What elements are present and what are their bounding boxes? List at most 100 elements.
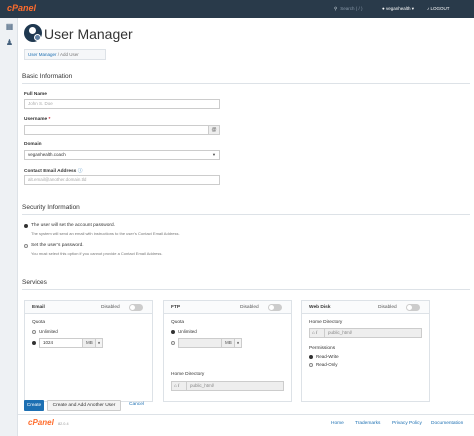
ftp-quota-unlimited-radio[interactable]: [171, 330, 175, 334]
full-name-label: Full Name: [24, 92, 47, 97]
webdisk-service-panel: Web Disk Disabled Home Directory ⌂ / pub…: [301, 300, 430, 402]
services-heading: Services: [22, 279, 47, 286]
ftp-quota-label: Quota: [171, 320, 185, 325]
webdisk-home-label: Home Directory: [309, 320, 343, 325]
username-label-text: Username: [24, 117, 48, 122]
webdisk-title: Web Disk: [309, 305, 331, 310]
webdisk-home-prefix: ⌂ /: [309, 328, 325, 338]
help-icon[interactable]: ⓘ: [78, 169, 83, 174]
webdisk-toggle[interactable]: [406, 304, 420, 311]
search-placeholder: Search ( / ): [340, 6, 363, 11]
email-label-text: Contact Email Address: [24, 169, 77, 174]
breadcrumb: User Manager / Add User: [24, 49, 106, 60]
left-rail: ▦ ♟: [0, 18, 18, 436]
user-menu[interactable]: ● veganhealth ▾: [382, 5, 414, 13]
cpanel-logo[interactable]: cPanel: [7, 3, 36, 13]
panel-header: Web Disk Disabled: [302, 301, 429, 314]
divider: [22, 214, 470, 215]
ftp-toggle[interactable]: [268, 304, 282, 311]
create-button[interactable]: Create: [24, 400, 44, 411]
username-label: Username *: [24, 117, 50, 122]
chevron-down-icon: ▼: [212, 152, 216, 157]
ftp-home-input[interactable]: public_html/: [186, 381, 284, 391]
breadcrumb-current: Add User: [60, 52, 79, 57]
email-service-panel: Email Disabled Quota Unlimited 1024 MB ♦: [24, 300, 153, 402]
ftp-state: Disabled: [240, 305, 259, 310]
full-name-input[interactable]: John S. Doe: [24, 99, 220, 109]
email-quota-limited-radio[interactable]: [32, 341, 36, 345]
email-state: Disabled: [101, 305, 120, 310]
email-title: Email: [32, 305, 45, 310]
panel-header: FTP Disabled: [164, 301, 291, 314]
breadcrumb-link-user-manager[interactable]: User Manager: [28, 52, 57, 57]
top-bar: cPanel ⚲ Search ( / ) ● veganhealth ▾ ♪ L…: [0, 0, 474, 18]
webdisk-home-input[interactable]: public_html/: [324, 328, 422, 338]
logout-label: LOGOUT: [430, 6, 450, 11]
webdisk-home-slash: /: [315, 330, 318, 335]
ftp-home-label: Home Directory: [171, 372, 205, 377]
main-content: User Manager User Manager / Add User Bas…: [18, 18, 474, 436]
home-icon: ⌂: [174, 383, 177, 388]
domain-label: Domain: [24, 142, 42, 147]
email-quota-stepper[interactable]: ♦: [95, 338, 103, 348]
webdisk-state: Disabled: [378, 305, 397, 310]
email-quota-unit: MB: [82, 338, 96, 348]
username-input[interactable]: [24, 125, 210, 135]
page-title: User Manager: [44, 26, 133, 42]
user-name: veganhealth: [385, 6, 411, 11]
webdisk-read-write-radio[interactable]: [309, 355, 313, 359]
panel-header: Email Disabled: [25, 301, 152, 314]
email-quota-label: Quota: [32, 320, 46, 325]
email-quota-input[interactable]: 1024: [39, 338, 83, 348]
user-manager-icon: [24, 24, 42, 42]
ftp-quota-limited-radio[interactable]: [171, 341, 175, 345]
email-quota-unlimited-radio[interactable]: [32, 330, 36, 334]
footer-link-documentation[interactable]: Documentation: [431, 421, 463, 426]
footer-link-trademarks[interactable]: Trademarks: [355, 421, 380, 426]
footer-link-privacy[interactable]: Privacy Policy: [392, 421, 422, 426]
radio-set-password[interactable]: [24, 244, 28, 248]
email-toggle[interactable]: [129, 304, 143, 311]
radio-set-password-label: Set the user’s password.: [31, 243, 84, 248]
radio-set-password-note: You must select this option if you canno…: [31, 251, 163, 256]
ftp-quota-unlimited-label: Unlimited: [178, 329, 197, 334]
search-field[interactable]: ⚲ Search ( / ): [334, 5, 374, 13]
ftp-service-panel: FTP Disabled Quota Unlimited MB ♦ Home D…: [163, 300, 292, 402]
logout-link[interactable]: ♪ LOGOUT: [427, 5, 450, 13]
ftp-quota-input[interactable]: [178, 338, 222, 348]
domain-value: veganhealth.coach: [28, 152, 66, 157]
domain-select[interactable]: veganhealth.coach ▼: [24, 150, 220, 160]
divider: [22, 289, 470, 290]
email-quota-unlimited-label: Unlimited: [39, 329, 58, 334]
bell-icon: ♪: [427, 6, 430, 11]
create-and-add-another-button[interactable]: Create and Add Another User: [47, 400, 121, 411]
webdisk-permissions-label: Permissions: [309, 346, 336, 351]
radio-user-sets-password-label: The user will set the account password.: [31, 223, 115, 228]
email-input[interactable]: alt.email@another.domain.tld: [24, 175, 220, 185]
required-marker: *: [48, 117, 51, 122]
basic-info-heading: Basic Information: [22, 73, 73, 80]
ftp-home-slash: /: [177, 383, 180, 388]
footer-version: 82.0.4: [58, 422, 69, 426]
email-label: Contact Email Address ⓘ: [24, 167, 83, 174]
webdisk-read-only-radio[interactable]: [309, 363, 313, 367]
gear-icon: [34, 34, 41, 41]
at-sign-icon: @: [208, 125, 220, 135]
users-icon[interactable]: ♟: [5, 38, 14, 47]
radio-user-sets-password[interactable]: [24, 224, 28, 228]
user-icon: ●: [382, 6, 385, 11]
chevron-down-icon: ▾: [411, 6, 415, 11]
cancel-link[interactable]: Cancel: [129, 402, 144, 407]
footer-cpanel-logo: cPanel: [28, 418, 54, 427]
ftp-home-prefix: ⌂ /: [171, 381, 187, 391]
footer-link-home[interactable]: Home: [331, 421, 344, 426]
security-heading: Security Information: [22, 204, 80, 211]
radio-user-sets-password-note: The system will send an email with instr…: [31, 231, 180, 236]
search-icon: ⚲: [334, 6, 338, 11]
grid-icon[interactable]: ▦: [5, 22, 14, 31]
ftp-quota-stepper[interactable]: ♦: [234, 338, 242, 348]
ftp-quota-unit: MB: [221, 338, 235, 348]
divider: [22, 83, 470, 84]
footer-divider: [18, 414, 474, 415]
ftp-title: FTP: [171, 305, 181, 310]
